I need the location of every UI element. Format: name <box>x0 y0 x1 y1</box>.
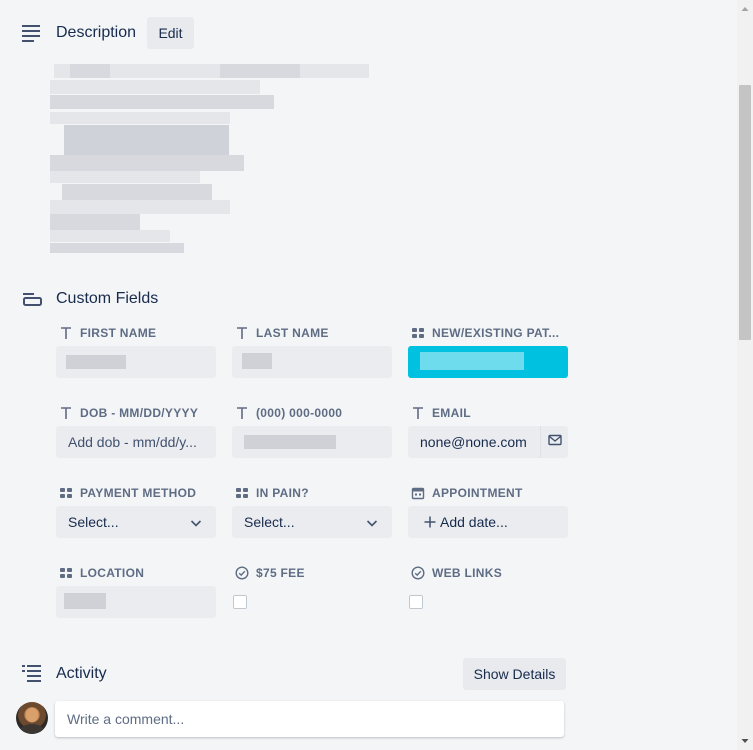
list-icon <box>20 662 44 686</box>
redacted-value <box>244 435 336 449</box>
dropdown-grid-icon <box>235 486 249 500</box>
calendar-icon <box>411 486 425 500</box>
check-circle-icon <box>411 566 425 580</box>
web-links-label: WEB LINKS <box>411 565 502 581</box>
in-pain-label: IN PAIN? <box>235 485 309 501</box>
redacted-value <box>64 593 106 609</box>
appointment-field[interactable]: Add date... <box>408 506 568 538</box>
redacted-value <box>66 355 126 369</box>
text-t-icon <box>411 406 425 420</box>
text-t-icon <box>59 406 73 420</box>
envelope-icon <box>547 433 562 451</box>
comment-input[interactable]: Write a comment... <box>55 701 564 737</box>
description-title: Description <box>56 24 137 41</box>
email-field[interactable]: none@none.com <box>408 426 540 458</box>
dob-label: DOB - MM/DD/YYYY <box>59 405 198 421</box>
location-field[interactable] <box>56 586 216 618</box>
payment-method-label: PAYMENT METHOD <box>59 485 196 501</box>
appointment-label: APPOINTMENT <box>411 485 523 501</box>
dropdown-grid-icon <box>59 566 73 580</box>
phone-field[interactable] <box>232 426 392 458</box>
avatar[interactable] <box>16 702 48 734</box>
first-name-label: FIRST NAME <box>59 325 156 341</box>
card-field-icon <box>20 287 44 311</box>
new-existing-field[interactable] <box>408 346 568 378</box>
redacted-value <box>242 353 272 369</box>
dropdown-grid-icon <box>59 486 73 500</box>
fee-label: $75 FEE <box>235 565 305 581</box>
payment-method-select[interactable]: Select... <box>56 506 216 538</box>
phone-label: (000) 000-0000 <box>235 405 342 421</box>
dob-field[interactable]: Add dob - mm/dd/y... <box>56 426 216 458</box>
last-name-field[interactable] <box>232 346 392 378</box>
in-pain-select[interactable]: Select... <box>232 506 392 538</box>
edit-description-button[interactable]: Edit <box>147 17 194 49</box>
text-t-icon <box>59 326 73 340</box>
text-t-icon <box>235 326 249 340</box>
fee-checkbox[interactable] <box>233 595 247 609</box>
text-t-icon <box>235 406 249 420</box>
email-send-button[interactable] <box>540 426 568 458</box>
align-left-icon <box>20 21 44 45</box>
dropdown-grid-icon <box>411 326 425 340</box>
custom-fields-title: Custom Fields <box>56 290 159 307</box>
location-label: LOCATION <box>59 565 144 581</box>
chevron-down-icon <box>366 516 378 528</box>
show-details-button[interactable]: Show Details <box>463 658 566 690</box>
email-label: EMAIL <box>411 405 471 421</box>
check-circle-icon <box>235 566 249 580</box>
last-name-label: LAST NAME <box>235 325 329 341</box>
scrollbar-thumb[interactable] <box>739 85 751 340</box>
first-name-field[interactable] <box>56 346 216 378</box>
activity-title: Activity <box>56 665 107 682</box>
plus-icon <box>424 516 436 528</box>
redacted-value <box>420 352 524 370</box>
web-links-checkbox[interactable] <box>409 595 423 609</box>
chevron-down-icon <box>190 516 202 528</box>
new-existing-label: NEW/EXISTING PAT... <box>411 325 559 341</box>
